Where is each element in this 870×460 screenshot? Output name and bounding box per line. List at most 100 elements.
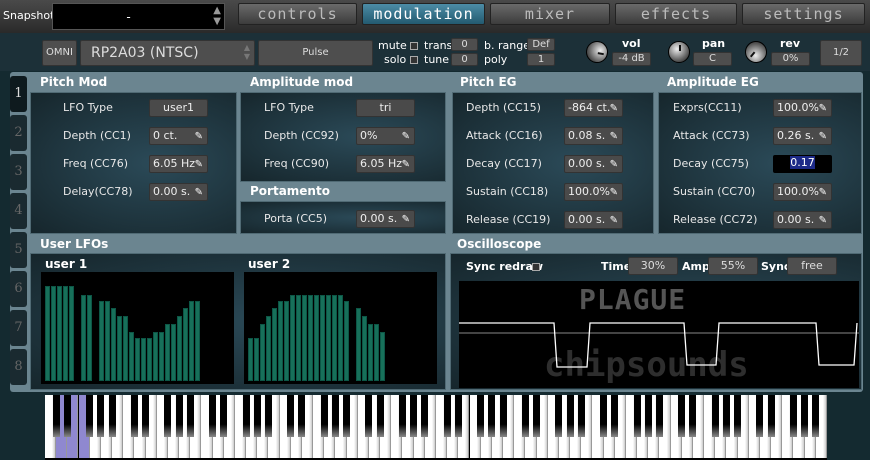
black-key[interactable] [97,395,105,437]
tab-mixer[interactable]: mixer [490,3,610,25]
black-key[interactable] [253,395,261,437]
param-field[interactable]: 0.00 s. ✎ [773,211,832,229]
lfo-step-bar[interactable] [177,316,182,381]
lfo-step-bar[interactable] [278,301,283,381]
tab-controls[interactable]: controls [238,3,357,25]
black-key[interactable] [242,395,250,437]
lfo-step-bar[interactable] [374,323,379,381]
black-key[interactable] [767,395,775,437]
black-key[interactable] [410,395,418,437]
tab-modulation[interactable]: modulation [362,3,485,25]
lfo-step-bar[interactable] [380,331,385,381]
lfo-step-bar[interactable] [266,316,271,381]
pencil-icon[interactable]: ✎ [402,212,410,228]
black-key[interactable] [86,395,94,437]
lfo-step-bar[interactable] [57,285,62,381]
param-field[interactable]: 0.17 [773,155,832,173]
black-key[interactable] [734,395,742,437]
black-key[interactable] [63,395,71,437]
mute-toggle[interactable]: mute [378,39,419,52]
up-down-arrows-icon[interactable]: ▲ ▼ [244,43,250,61]
black-key[interactable] [220,395,228,437]
lfo-step-bar[interactable] [314,294,319,381]
black-key[interactable] [343,395,351,437]
lfo-step-bar[interactable] [338,294,343,381]
pencil-icon[interactable]: ✎ [610,129,618,145]
black-key[interactable] [600,395,608,437]
side-tab-6[interactable]: 6 [10,271,27,307]
param-field[interactable]: 6.05 Hz ✎ [356,155,415,173]
param-field[interactable]: 0.00 s. ✎ [149,183,208,201]
time-field[interactable]: 30% [628,257,678,275]
pencil-icon[interactable]: ✎ [195,129,203,145]
brange-field[interactable]: Def [527,38,555,51]
black-key[interactable] [130,395,138,437]
black-key[interactable] [443,395,451,437]
black-key[interactable] [331,395,339,437]
black-key[interactable] [287,395,295,437]
black-key[interactable] [398,395,406,437]
sync-field[interactable]: free [787,257,837,275]
side-tab-3[interactable]: 3 [10,154,27,190]
black-key[interactable] [577,395,585,437]
preset-selector[interactable]: RP2A03 (NTSC) ▲ ▼ [80,40,255,66]
lfo-step-bar[interactable] [254,338,259,381]
pencil-icon[interactable]: ✎ [819,101,827,117]
lfo-step-bar[interactable] [51,285,56,381]
lfo-step-bar[interactable] [123,316,128,381]
side-tab-8[interactable]: 8 [10,349,27,385]
lfo-step-bar[interactable] [135,338,140,381]
reverb-knob[interactable] [740,36,772,68]
black-key[interactable] [722,395,730,437]
lfo-step-bar[interactable] [296,294,301,381]
black-key[interactable] [186,395,194,437]
lfo-step-bar[interactable] [183,308,188,381]
black-key[interactable] [521,395,529,437]
black-key[interactable] [320,395,328,437]
lfo-step-bar[interactable] [302,294,307,381]
black-key[interactable] [566,395,574,437]
waveform-selector[interactable]: Pulse [258,40,373,66]
pencil-icon[interactable]: ✎ [610,157,618,173]
pencil-icon[interactable]: ✎ [402,157,410,173]
lfo-step-bar[interactable] [362,316,367,381]
sync-redraw-checkbox[interactable] [532,263,540,271]
pencil-icon[interactable]: ✎ [610,213,618,229]
black-key[interactable] [644,395,652,437]
solo-checkbox[interactable] [409,56,418,64]
black-key[interactable] [633,395,641,437]
pencil-icon[interactable]: ✎ [819,129,827,145]
lfo-step-bar[interactable] [260,323,265,381]
lfo-step-bar[interactable] [332,294,337,381]
black-key[interactable] [689,395,697,437]
solo-toggle[interactable]: solo [384,53,418,66]
black-key[interactable] [655,395,663,437]
lfo-step-bar[interactable] [87,294,92,381]
lfo-step-bar[interactable] [129,331,134,381]
lfo-step-bar[interactable] [159,331,164,381]
black-key[interactable] [209,395,217,437]
pencil-icon[interactable]: ✎ [402,129,410,145]
user1-lfo-editor[interactable] [41,272,234,384]
black-key[interactable] [298,395,306,437]
lfo-step-bar[interactable] [165,323,170,381]
pan-knob[interactable] [668,41,690,63]
black-key[interactable] [108,395,116,437]
lfo-step-bar[interactable] [248,338,253,381]
black-key[interactable] [52,395,60,437]
param-field[interactable]: 100.0% ✎ [773,99,832,117]
lfo-step-bar[interactable] [81,294,86,381]
lfo-step-bar[interactable] [320,294,325,381]
lfo-step-bar[interactable] [45,285,50,381]
lfo-step-bar[interactable] [356,308,361,381]
black-key[interactable] [499,395,507,437]
param-field[interactable]: 0.08 s. ✎ [564,127,623,145]
lfo-step-bar[interactable] [195,301,200,381]
side-tab-4[interactable]: 4 [10,193,27,229]
black-key[interactable] [533,395,541,437]
param-field[interactable]: 100.0% ✎ [564,183,623,201]
black-key[interactable] [454,395,462,437]
lfo-step-bar[interactable] [141,338,146,381]
param-field[interactable]: 0.26 s. ✎ [773,127,832,145]
pencil-icon[interactable]: ✎ [610,185,618,201]
